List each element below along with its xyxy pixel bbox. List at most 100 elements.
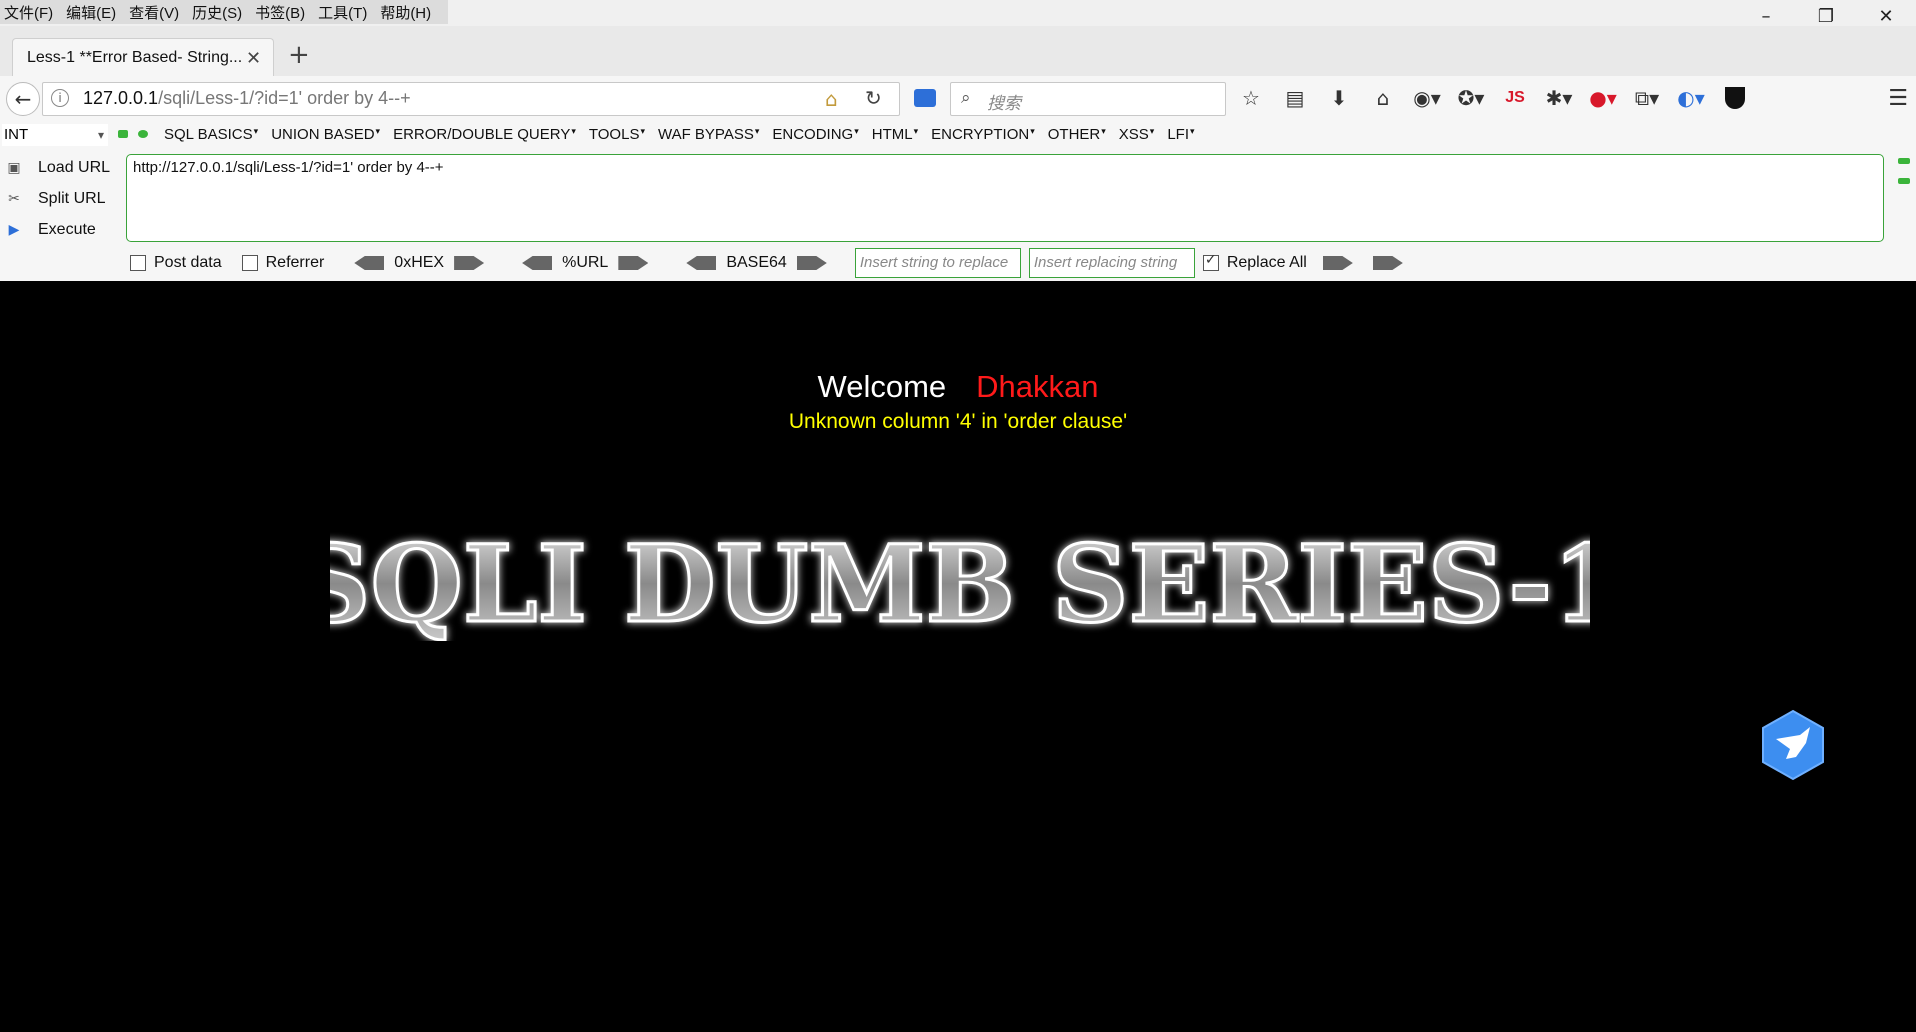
replace-all-checkbox[interactable]: [1202, 252, 1219, 271]
menu-tools[interactable]: 工具(T): [318, 2, 367, 23]
menu-help[interactable]: 帮助(H): [380, 2, 431, 23]
logo-text: SQLI DUMB SERIES-1: [330, 521, 1590, 641]
menu-edit[interactable]: 编辑(E): [66, 2, 116, 23]
menu-waf-bypass[interactable]: WAF BYPASS: [658, 126, 759, 143]
menu-xss[interactable]: XSS: [1119, 126, 1155, 143]
decode-hex-arrow-icon[interactable]: [354, 256, 385, 270]
hackbar-url-textarea[interactable]: http://127.0.0.1/sqli/Less-1/?id=1' orde…: [126, 154, 1884, 242]
int-select[interactable]: INT ▾: [2, 124, 108, 146]
translate-icon[interactable]: ◐▾: [1676, 83, 1706, 113]
search-placeholder: 搜索: [987, 94, 1021, 113]
base64-label: BASE64: [726, 254, 787, 271]
encode-url-arrow-icon[interactable]: [618, 256, 649, 270]
menu-bookmarks[interactable]: 书签(B): [255, 2, 305, 23]
load-url-button[interactable]: ▣ Load URL: [0, 152, 120, 183]
sqli-dumb-series-logo: SQLI DUMB SERIES-1: [292, 520, 1627, 648]
load-url-icon: ▣: [7, 159, 21, 176]
browser-chrome: 文件(F) 编辑(E) 查看(V) 历史(S) 书签(B) 工具(T) 帮助(H…: [0, 0, 1916, 281]
url-bar[interactable]: i 127.0.0.1/sqli/Less-1/?id=1' order by …: [42, 82, 900, 116]
load-url-label: Load URL: [38, 158, 111, 176]
menu-tools[interactable]: TOOLS: [589, 126, 645, 143]
floating-bird-icon[interactable]: [1760, 709, 1826, 781]
hackbar-url-value: http://127.0.0.1/sqli/Less-1/?id=1' orde…: [133, 159, 444, 176]
download-icon[interactable]: ⬇: [1324, 83, 1354, 113]
replace-back-arrow-icon[interactable]: [1372, 256, 1403, 270]
minus-icon[interactable]: [118, 130, 128, 138]
sql-error-message: Unknown column '4' in 'order clause': [788, 410, 1128, 433]
url-path: /sqli/Less-1/?id=1' order by 4--+: [158, 88, 411, 108]
hackbar-actions: ▣ Load URL ✂ Split URL ▶ Execute: [0, 152, 120, 245]
hackbar-options: Post data Referrer 0xHEX %URL BASE64 Ins…: [130, 248, 1413, 278]
split-url-label: Split URL: [38, 189, 106, 207]
tab-active[interactable]: Less-1 **Error Based- String... ✕: [12, 38, 274, 77]
back-button[interactable]: ←: [6, 82, 40, 116]
bookmark-star-icon[interactable]: ☆: [1236, 83, 1266, 113]
encode-hex-arrow-icon[interactable]: [454, 256, 485, 270]
ladybug-icon[interactable]: ●▾: [1588, 83, 1618, 113]
url-host: 127.0.0.1: [83, 88, 159, 108]
execute-button[interactable]: ▶ Execute: [0, 214, 120, 245]
nav-bar: ← i 127.0.0.1/sqli/Less-1/?id=1' order b…: [0, 76, 1916, 123]
sync-icon[interactable]: ⧉▾: [1632, 83, 1662, 113]
menu-encoding[interactable]: ENCODING: [772, 126, 858, 143]
menu-file[interactable]: 文件(F): [4, 2, 53, 23]
hex-label: 0xHEX: [394, 254, 445, 271]
bug-icon[interactable]: ✱▾: [1544, 83, 1574, 113]
globe-icon[interactable]: ◉▾: [1412, 83, 1442, 113]
reload-icon[interactable]: ↻: [865, 86, 882, 110]
extension-icon[interactable]: [914, 89, 936, 107]
home-icon[interactable]: ⌂: [1368, 83, 1398, 113]
hamburger-menu-icon[interactable]: ☰: [1888, 86, 1908, 111]
menu-sql-basics[interactable]: SQL BASICS: [164, 126, 258, 143]
reading-list-icon[interactable]: ▤: [1280, 83, 1310, 113]
hackbar-menus: SQL BASICS UNION BASED ERROR/DOUBLE QUER…: [164, 126, 1208, 143]
url-text[interactable]: 127.0.0.1/sqli/Less-1/?id=1' order by 4-…: [83, 88, 411, 109]
close-icon[interactable]: ✕: [246, 48, 261, 69]
menu-view[interactable]: 查看(V): [129, 2, 179, 23]
logo-svg: SQLI DUMB SERIES-1: [292, 520, 1627, 648]
url-encode-label: %URL: [562, 254, 609, 271]
shield-icon[interactable]: [1720, 83, 1750, 113]
minus-icon[interactable]: [1898, 158, 1910, 164]
chevron-down-icon: ▾: [97, 128, 104, 142]
decode-url-arrow-icon[interactable]: [522, 256, 553, 270]
referrer-checkbox[interactable]: [241, 255, 258, 271]
decode-base64-arrow-icon[interactable]: [686, 256, 717, 270]
menu-union-based[interactable]: UNION BASED: [271, 126, 380, 143]
hackbar-panel: INT ▾ SQL BASICS UNION BASED ERROR/DOUBL…: [0, 122, 1916, 281]
page-content: Welcome Dhakkan Unknown column '4' in 'or…: [0, 281, 1916, 1032]
home-icon[interactable]: ⌂: [825, 87, 838, 111]
menu-other[interactable]: OTHER: [1048, 126, 1106, 143]
info-icon[interactable]: i: [51, 89, 69, 107]
play-icon: ▶: [8, 221, 20, 238]
replace-arrow-icon[interactable]: [1322, 256, 1353, 270]
menu-strip: 文件(F) 编辑(E) 查看(V) 历史(S) 书签(B) 工具(T) 帮助(H…: [0, 0, 449, 24]
arrow-left-icon: ←: [14, 87, 32, 111]
menu-lfi[interactable]: LFI: [1167, 126, 1194, 143]
palette-icon[interactable]: ✪▾: [1456, 83, 1486, 113]
new-tab-button[interactable]: +: [288, 40, 310, 70]
hackbar-right-controls: [1898, 158, 1912, 198]
menu-error-double-query[interactable]: ERROR/DOUBLE QUERY: [393, 126, 576, 143]
encode-base64-arrow-icon[interactable]: [796, 256, 827, 270]
replace-string-input[interactable]: Insert string to replace: [854, 248, 1021, 278]
search-bar[interactable]: ⌕ 搜索: [950, 82, 1226, 116]
tab-title: Less-1 **Error Based- String...: [27, 49, 242, 66]
welcome-text: Welcome: [817, 369, 947, 404]
menu-encryption[interactable]: ENCRYPTION: [931, 126, 1035, 143]
menu-html[interactable]: HTML: [872, 126, 918, 143]
replace-all-label: Replace All: [1226, 254, 1307, 271]
execute-label: Execute: [38, 220, 96, 238]
plus-icon[interactable]: [138, 130, 148, 138]
plus-icon[interactable]: [1898, 178, 1910, 184]
replacing-string-placeholder: Insert replacing string: [1033, 254, 1178, 271]
tab-bar: Less-1 **Error Based- String... ✕ +: [0, 26, 1916, 77]
split-url-button[interactable]: ✂ Split URL: [0, 183, 120, 214]
js-icon[interactable]: JS: [1500, 83, 1530, 113]
post-data-checkbox[interactable]: [130, 255, 146, 271]
replacing-string-input[interactable]: Insert replacing string: [1028, 248, 1195, 278]
username-text: Dhakkan: [976, 369, 1099, 404]
menu-history[interactable]: 历史(S): [192, 2, 242, 23]
toolbar-icons: ☆ ▤ ⬇ ⌂ ◉▾ ✪▾ JS ✱▾ ●▾ ⧉▾ ◐▾: [1236, 82, 1764, 114]
referrer-label: Referrer: [265, 254, 325, 271]
